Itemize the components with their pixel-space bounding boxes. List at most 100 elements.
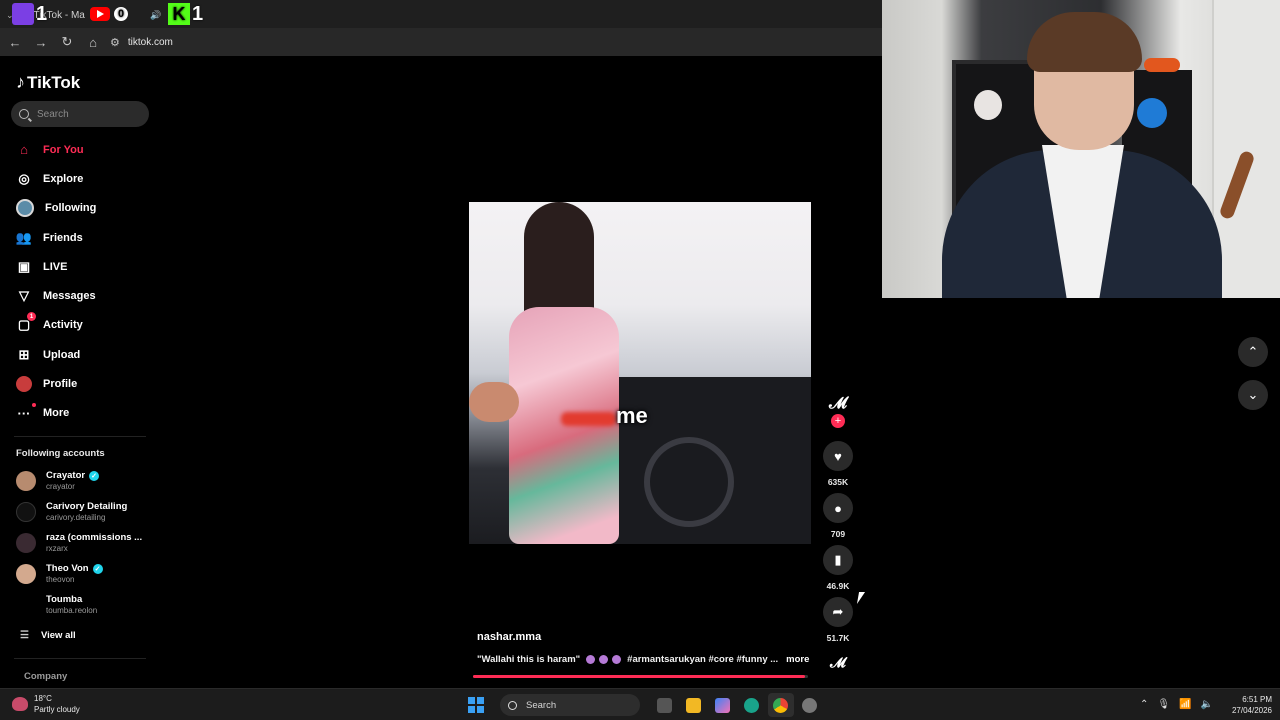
weather-widget[interactable]: 18°C Partly cloudy bbox=[12, 693, 80, 715]
nav-item-activity[interactable]: ▢ 1 Activity bbox=[0, 311, 160, 340]
twitch-viewer-overlay: 1 bbox=[12, 2, 47, 26]
tiktok-logo[interactable]: ♪ TikTok bbox=[16, 72, 80, 93]
avatar bbox=[16, 594, 36, 615]
back-icon[interactable]: ← bbox=[4, 31, 26, 53]
nav-label: Messages bbox=[43, 290, 96, 303]
home-button-icon[interactable]: ⌂ bbox=[82, 31, 104, 53]
nav-item-following[interactable]: Following bbox=[0, 194, 160, 223]
browser-tab-bar: ⌄ TikTok - Ma 🔊 1 0 K 1 bbox=[0, 0, 882, 28]
chrome-icon[interactable] bbox=[767, 693, 794, 717]
follow-plus-icon[interactable]: + bbox=[831, 414, 845, 428]
account-name: Carivory Detailing bbox=[46, 501, 128, 512]
webcam-overlay bbox=[882, 0, 1280, 298]
taskbar: 18°C Partly cloudy Search ⌃ 🎙 📶 🔈 6:51 P… bbox=[0, 688, 1280, 720]
company-link[interactable]: Company bbox=[24, 671, 67, 682]
system-tray: ⌃ 🎙 📶 🔈 bbox=[1140, 689, 1222, 720]
save-action[interactable]: ▮ 46.9K bbox=[820, 545, 856, 591]
following-account-item[interactable]: Crayator ✓ crayator bbox=[0, 465, 160, 496]
sound-disc-icon[interactable]: 𝓜 bbox=[830, 654, 846, 671]
nav-item-upload[interactable]: ⊞ Upload bbox=[0, 340, 160, 369]
copilot-icon[interactable] bbox=[710, 693, 736, 717]
account-name: Crayator bbox=[46, 470, 86, 481]
share-icon[interactable]: ➦ bbox=[823, 597, 853, 627]
share-action[interactable]: ➦ 51.7K bbox=[820, 597, 856, 643]
friends-icon: 👥 bbox=[15, 229, 33, 245]
file-explorer-icon[interactable] bbox=[681, 693, 707, 717]
avatar bbox=[16, 563, 36, 584]
bookmark-icon[interactable]: ▮ bbox=[823, 545, 853, 575]
url-field[interactable]: ⚙ tiktok.com bbox=[110, 36, 173, 49]
view-all-link[interactable]: ☰ View all bbox=[0, 620, 160, 650]
video-player[interactable]: me bbox=[469, 202, 811, 544]
profile-avatar-icon bbox=[16, 376, 32, 393]
settings-app-icon[interactable] bbox=[797, 693, 823, 717]
nav-item-for-you[interactable]: ⌂ For You bbox=[0, 135, 160, 164]
video-frame-arm bbox=[469, 382, 519, 422]
more-button[interactable]: more bbox=[786, 654, 809, 665]
nav-item-explore[interactable]: ◎ Explore bbox=[0, 164, 160, 193]
following-account-item[interactable]: Toumba toumba.reolon bbox=[0, 589, 160, 620]
forward-icon[interactable]: → bbox=[30, 31, 52, 53]
comment-count: 709 bbox=[830, 529, 846, 539]
following-account-item[interactable]: raza (commissions ... rxzarx bbox=[0, 527, 160, 558]
search-input[interactable]: Search bbox=[11, 101, 149, 127]
nav-item-live[interactable]: ▣ LIVE bbox=[0, 252, 160, 281]
temperature: 18°C bbox=[34, 694, 52, 703]
video-frame-wheel bbox=[644, 437, 734, 527]
windows-start-icon[interactable] bbox=[468, 697, 484, 713]
taskbar-search-label: Search bbox=[526, 699, 557, 711]
next-video-chevron-down-icon[interactable]: ⌄ bbox=[1238, 380, 1268, 410]
system-clock[interactable]: 6:51 PM 27/04/2026 bbox=[1226, 694, 1272, 716]
heart-icon[interactable]: ♥ bbox=[823, 441, 853, 471]
comment-action[interactable]: ● 709 bbox=[820, 493, 856, 539]
video-progress-bar[interactable] bbox=[473, 675, 808, 678]
live-icon: ▣ bbox=[17, 258, 31, 274]
video-username[interactable]: nashar.mma bbox=[477, 631, 541, 643]
tray-chevron-up-icon[interactable]: ⌃ bbox=[1140, 699, 1148, 710]
account-name: raza (commissions ... bbox=[46, 532, 143, 543]
sidebar: ♪ TikTok Search ⌂ For You ◎ Explore Foll… bbox=[0, 58, 160, 688]
taskbar-search[interactable]: Search bbox=[500, 694, 640, 716]
task-view-icon[interactable] bbox=[652, 693, 678, 717]
search-icon bbox=[508, 700, 517, 710]
nav-item-more[interactable]: ··· More bbox=[0, 399, 160, 428]
previous-video-chevron-up-icon[interactable]: ⌃ bbox=[1238, 337, 1268, 367]
webcam-figure bbox=[1144, 58, 1180, 72]
volume-icon[interactable]: 🔈 bbox=[1201, 699, 1213, 710]
creator-avatar-icon[interactable]: 𝓜 bbox=[829, 395, 847, 413]
search-icon bbox=[19, 109, 29, 119]
nav-label: More bbox=[43, 407, 70, 420]
video-description: "Wallahi this is haram" #armantsarukyan … bbox=[477, 654, 809, 665]
nav-item-friends[interactable]: 👥 Friends bbox=[0, 223, 160, 252]
edge-icon[interactable] bbox=[739, 693, 765, 717]
account-handle: theovon bbox=[46, 575, 75, 584]
nav-label: Profile bbox=[43, 378, 78, 391]
microphone-icon[interactable]: 🎙 bbox=[1157, 699, 1170, 710]
account-handle: crayator bbox=[46, 482, 75, 491]
list-icon: ☰ bbox=[20, 629, 29, 641]
comment-icon[interactable]: ● bbox=[823, 493, 853, 523]
account-handle: carivory.detailing bbox=[46, 513, 106, 522]
wifi-icon[interactable]: 📶 bbox=[1179, 699, 1191, 710]
following-account-item[interactable]: Theo Von ✓ theovon bbox=[0, 558, 160, 589]
reload-icon[interactable]: ↻ bbox=[56, 31, 78, 53]
nav-item-messages[interactable]: ▽ Messages bbox=[0, 281, 160, 310]
account-name: Toumba bbox=[46, 594, 83, 605]
like-action[interactable]: ♥ 635K bbox=[820, 441, 856, 487]
clock-date: 27/04/2026 bbox=[1231, 706, 1272, 715]
sidebar-divider bbox=[14, 436, 146, 437]
tab-audio-icon[interactable]: 🔊 bbox=[150, 10, 161, 21]
twitch-count: 1 bbox=[36, 2, 48, 25]
account-handle: rxzarx bbox=[46, 544, 68, 553]
nav-item-profile[interactable]: Profile bbox=[0, 369, 160, 398]
save-count: 46.9K bbox=[826, 581, 850, 591]
hashtags[interactable]: #armantsarukyan #core #funny ... bbox=[627, 654, 778, 665]
nav-label: Upload bbox=[43, 348, 81, 361]
kick-icon: K bbox=[168, 3, 190, 25]
site-info-icon[interactable]: ⚙ bbox=[110, 36, 120, 49]
progress-fill bbox=[473, 675, 805, 678]
following-account-item[interactable]: Carivory Detailing carivory.detailing bbox=[0, 496, 160, 527]
sidebar-divider bbox=[14, 658, 146, 659]
messages-icon: ▽ bbox=[19, 288, 29, 304]
verified-badge-icon: ✓ bbox=[89, 470, 100, 481]
